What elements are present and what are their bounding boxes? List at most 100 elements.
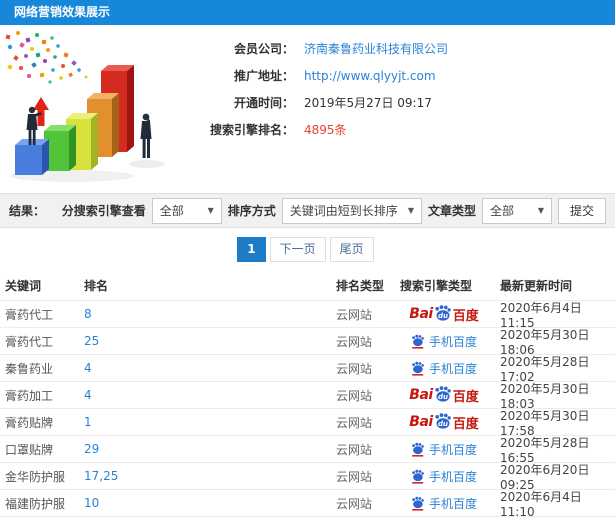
page-title: 网络营销效果展示 [14, 5, 111, 19]
rank-type-cell: 云网站 [336, 361, 373, 376]
baidu-cn-text: 百度 [452, 389, 479, 405]
mobile-baidu-text: 手机百度 [428, 361, 477, 376]
confetti-dots [5, 31, 88, 84]
baidu-bai-text: Bai [409, 387, 433, 403]
info-row-open-time: 开通时间： 2019年5月27日 09:17 [186, 89, 448, 116]
submit-button[interactable]: 提交 [557, 197, 606, 224]
baidu-du-text: du [438, 420, 448, 428]
page-header: 网络营销效果展示 [0, 0, 615, 25]
member-company-link[interactable]: 济南秦鲁药业科技有限公司 [304, 40, 448, 57]
header-updated: 最新更新时间 [500, 278, 573, 293]
sort-filter-select[interactable]: 关键词由短到长排序 ▼ [281, 197, 422, 224]
keyword-cell: 膏药贴牌 [5, 415, 54, 430]
rank-type-cell: 云网站 [336, 307, 373, 322]
mobile-baidu-logo: 手机百度 [411, 468, 477, 485]
bar-blue [15, 139, 49, 175]
rank-type-cell: 云网站 [336, 442, 373, 457]
table-row: 秦鲁药业 4 云网站 Bai du 百度 [0, 354, 615, 384]
engine-cell: Bai du 百度 [396, 495, 492, 512]
mobile-baidu-text: 手机百度 [428, 496, 477, 511]
table-row: 金华防护服 17,25 云网站 Bai du 百度 [0, 462, 615, 492]
engine-cell: Bai du 百度 [396, 305, 492, 324]
promo-url-link[interactable]: http://www.qlyyjt.com [304, 69, 436, 83]
baidu-bai-text: Bai [409, 414, 433, 430]
sort-filter-label: 排序方式 [227, 204, 276, 218]
member-company-label: 会员公司： [233, 42, 294, 56]
profile-section: 会员公司： 济南秦鲁药业科技有限公司 推广地址： http://www.qlyy… [0, 25, 615, 193]
article-type-value: 全部 [489, 204, 514, 218]
mobile-baidu-text: 手机百度 [428, 442, 477, 457]
rank-cell[interactable]: 4 [84, 361, 336, 375]
rank-type-cell: 云网站 [336, 496, 373, 511]
baidu-du-text: du [438, 312, 448, 320]
keyword-cell: 膏药代工 [5, 334, 54, 349]
engine-rank-count: 4895条 [304, 123, 347, 137]
baidu-logo: Bai du 百度 [409, 386, 479, 405]
table-row: 福建防护服 10 云网站 Bai du 百度 [0, 489, 615, 519]
rank-cell[interactable]: 25 [84, 334, 336, 348]
engine-cell: Bai du 百度 [396, 360, 492, 377]
engine-cell: Bai du 百度 [396, 441, 492, 458]
mobile-baidu-text: 手机百度 [428, 469, 477, 484]
baidu-cn-text: 百度 [452, 416, 479, 432]
engine-filter-label: 分搜索引擎查看 [61, 204, 146, 218]
mobile-baidu-logo: 手机百度 [411, 441, 477, 458]
engine-cell: Bai du 百度 [396, 333, 492, 350]
mobile-baidu-paw-icon [412, 334, 424, 349]
mobile-baidu-logo: 手机百度 [411, 333, 477, 350]
pagination: 1 下一页 尾页 [0, 228, 615, 270]
businessman-right [140, 113, 152, 158]
mobile-baidu-paw-icon [412, 361, 424, 376]
rank-type-cell: 云网站 [336, 469, 373, 484]
engine-cell: Bai du 百度 [396, 468, 492, 485]
baidu-paw-icon: du [435, 386, 451, 402]
results-table: 关键词 排名 排名类型 搜索引擎类型 最新更新时间 膏药代工 8 云网站 Bai… [0, 270, 615, 520]
mobile-baidu-text: 手机百度 [428, 334, 477, 349]
mobile-baidu-logo: 手机百度 [411, 360, 477, 377]
table-header-row: 关键词 排名 排名类型 搜索引擎类型 最新更新时间 [0, 270, 615, 300]
baidu-logo: Bai du 百度 [409, 305, 479, 324]
rank-type-cell: 云网站 [336, 334, 373, 349]
mobile-baidu-logo: 手机百度 [411, 495, 477, 512]
rank-cell[interactable]: 1 [84, 415, 336, 429]
rank-cell[interactable]: 8 [84, 307, 336, 321]
chevron-down-icon: ▼ [407, 206, 414, 215]
keyword-cell: 口罩贴牌 [5, 442, 54, 457]
rank-cell[interactable]: 4 [84, 388, 336, 402]
rank-cell[interactable]: 17,25 [84, 469, 336, 483]
baidu-logo: Bai du 百度 [409, 413, 479, 432]
page-button-current[interactable]: 1 [237, 236, 266, 262]
result-label: 结果： [9, 204, 46, 218]
rank-cell[interactable]: 10 [84, 496, 336, 510]
mobile-baidu-paw-icon [412, 496, 424, 511]
rank-cell[interactable]: 29 [84, 442, 336, 456]
header-rank-type: 排名类型 [336, 278, 385, 293]
open-time-value: 2019年5月27日 09:17 [304, 96, 432, 110]
keyword-cell: 福建防护服 [5, 496, 66, 511]
bar-chart-illustration-svg [5, 31, 165, 182]
baidu-du-text: du [438, 393, 448, 401]
article-type-select[interactable]: 全部 ▼ [481, 197, 552, 224]
chevron-down-icon: ▼ [537, 206, 544, 215]
keyword-cell: 秦鲁药业 [5, 361, 54, 376]
baidu-cn-text: 百度 [452, 308, 479, 324]
promo-url-label: 推广地址： [233, 69, 294, 83]
marketing-illustration [2, 29, 186, 189]
header-engine-type: 搜索引擎类型 [400, 278, 473, 293]
info-row-member: 会员公司： 济南秦鲁药业科技有限公司 [186, 35, 448, 62]
info-row-engine-rank: 搜索引擎排名： 4895条 [186, 116, 448, 143]
rank-type-cell: 云网站 [336, 388, 373, 403]
table-row: 膏药代工 25 云网站 Bai du 百度 [0, 327, 615, 357]
filter-controls: 分搜索引擎查看 全部 ▼ 排序方式 关键词由短到长排序 ▼ 文章类型 全部 ▼ … [61, 197, 606, 224]
baidu-bai-text: Bai [409, 306, 433, 322]
table-row: 口罩贴牌 29 云网站 Bai du 百度 [0, 435, 615, 465]
account-info: 会员公司： 济南秦鲁药业科技有限公司 推广地址： http://www.qlyy… [186, 25, 448, 193]
mobile-baidu-paw-icon [412, 469, 424, 484]
table-body: 膏药代工 8 云网站 Bai du 百度 2020年6月4日 11:15 膏药代… [0, 300, 615, 519]
filter-bar: 结果： 分搜索引擎查看 全部 ▼ 排序方式 关键词由短到长排序 ▼ 文章类型 全… [0, 193, 615, 228]
rank-type-cell: 云网站 [336, 415, 373, 430]
engine-filter-select[interactable]: 全部 ▼ [151, 197, 222, 224]
last-page-button[interactable]: 尾页 [329, 236, 374, 262]
next-page-button[interactable]: 下一页 [269, 236, 326, 262]
article-type-label: 文章类型 [427, 204, 476, 218]
